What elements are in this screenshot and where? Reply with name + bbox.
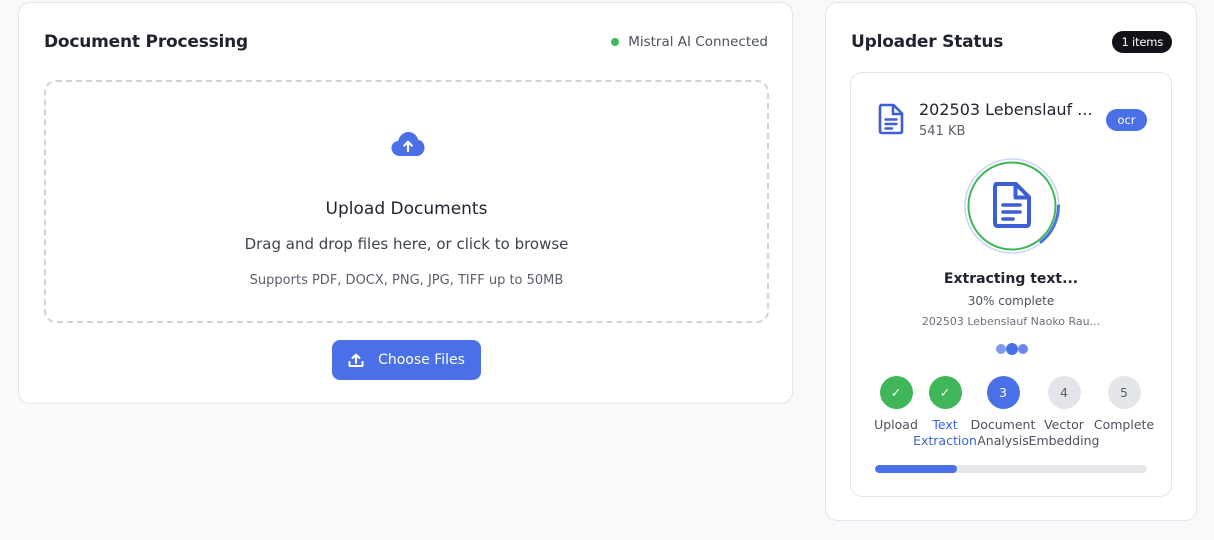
step-4-label-line2: Embedding	[1028, 433, 1100, 448]
items-count-badge: 1 items	[1112, 31, 1172, 53]
stage-title: Extracting text...	[943, 271, 1079, 287]
choose-files-label: Choose Files	[378, 352, 465, 368]
document-processing-title: Document Processing	[44, 32, 249, 52]
step-3-indicator: 3	[986, 376, 1020, 409]
loading-dots-icon	[996, 343, 1028, 355]
progress-bar	[875, 465, 1147, 473]
cloud-upload-icon	[391, 132, 425, 156]
choose-files-button[interactable]: Choose Files	[332, 340, 481, 380]
progress-bar-fill	[875, 465, 957, 473]
dropzone-supported-formats: Supports PDF, DOCX, PNG, JPG, TIFF up to…	[249, 273, 564, 288]
uploader-status-title: Uploader Status	[851, 32, 1004, 52]
step-5-label-line1: Complete	[1093, 417, 1155, 432]
step-2-indicator: ✓	[928, 376, 962, 409]
file-name: 202503 Lebenslauf ...	[919, 100, 1093, 119]
step-1-indicator: ✓	[879, 376, 913, 409]
connection-status: Mistral AI Connected	[611, 34, 768, 50]
ocr-badge: ocr	[1106, 109, 1147, 131]
upload-dropzone[interactable]: Upload Documents Drag and drop files her…	[44, 80, 769, 323]
step-5-label: Complete	[1084, 417, 1164, 433]
file-size: 541 KB	[919, 124, 966, 139]
dropzone-subtitle: Drag and drop files here, or click to br…	[244, 235, 569, 253]
step-5-indicator: 5	[1107, 376, 1141, 409]
connection-status-label: Mistral AI Connected	[628, 34, 768, 50]
status-dot-icon	[611, 38, 620, 46]
document-processing-icon	[993, 182, 1031, 228]
upload-icon	[348, 353, 364, 367]
stage-percent: 30% complete	[967, 294, 1055, 308]
uploader-status-card: Uploader Status 1 items 202503 Lebenslau…	[825, 2, 1197, 521]
dropzone-title: Upload Documents	[325, 199, 488, 219]
step-4-indicator: 4	[1047, 376, 1081, 409]
document-icon	[878, 103, 904, 135]
upload-file-card: 202503 Lebenslauf ... 541 KB ocr Extract…	[850, 72, 1172, 497]
stage-file-name: 202503 Lebenslauf Naoko Rau...	[921, 315, 1101, 328]
document-processing-card: Document Processing Mistral AI Connected…	[18, 2, 793, 404]
